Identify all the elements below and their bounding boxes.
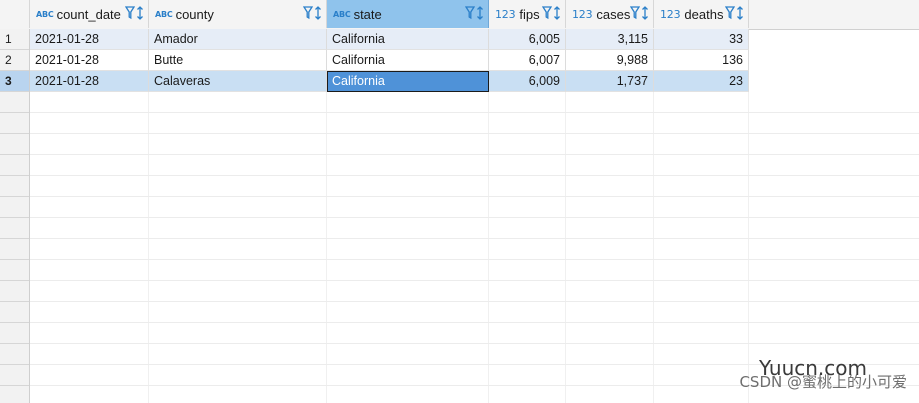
cell-deaths[interactable]: 23	[654, 71, 749, 92]
row-divider	[30, 343, 919, 344]
cell-deaths[interactable]: 136	[654, 50, 749, 71]
column-label: state	[353, 6, 382, 22]
row-number-empty[interactable]	[0, 239, 29, 260]
cell-cases[interactable]: 3,115	[566, 29, 654, 50]
filter-icon[interactable]	[630, 6, 640, 20]
row-number-current[interactable]: 3	[0, 71, 29, 92]
cell-fips[interactable]: 6,009	[489, 71, 566, 92]
filter-icon[interactable]	[725, 6, 735, 20]
row-divider	[30, 196, 919, 197]
sort-icon[interactable]	[641, 6, 649, 20]
column-header-count-date[interactable]: ABC count_date	[30, 0, 149, 28]
cell-deaths[interactable]: 33	[654, 29, 749, 50]
number-type-icon: 123	[572, 7, 593, 21]
row-divider	[30, 112, 919, 113]
column-header-deaths[interactable]: 123 deaths	[654, 0, 749, 28]
watermark: Yuucn.com CSDN @蜜桃上的小可爱	[739, 356, 907, 392]
row-number-empty[interactable]	[0, 155, 29, 176]
row-number-empty[interactable]	[0, 176, 29, 197]
sort-icon[interactable]	[314, 6, 322, 20]
row-number-empty[interactable]	[0, 260, 29, 281]
column-label: county	[175, 6, 214, 22]
result-grid: ABC count_date ABC county ABC state 123 …	[0, 0, 919, 403]
row-divider	[30, 301, 919, 302]
row-number-empty[interactable]	[0, 197, 29, 218]
sort-icon[interactable]	[553, 6, 561, 20]
row-divider	[30, 322, 919, 323]
row-number-empty[interactable]	[0, 344, 29, 365]
column-label: count_date	[56, 6, 121, 22]
cell-count-date[interactable]: 2021-01-28	[30, 71, 149, 92]
row-divider	[30, 217, 919, 218]
sort-icon[interactable]	[736, 6, 744, 20]
cell-county[interactable]: Butte	[149, 50, 327, 71]
row-number-empty[interactable]	[0, 218, 29, 239]
number-type-icon: 123	[495, 7, 516, 21]
row-number-empty[interactable]	[0, 113, 29, 134]
text-type-icon: ABC	[333, 9, 351, 19]
row-number-empty[interactable]	[0, 92, 29, 113]
row-number-empty[interactable]	[0, 281, 29, 302]
column-header-county[interactable]: ABC county	[149, 0, 327, 28]
row-divider	[30, 259, 919, 260]
grid-body: 2021-01-28 Amador California 6,005 3,115…	[30, 29, 919, 403]
row-divider	[30, 175, 919, 176]
watermark-site: Yuucn.com	[758, 356, 867, 380]
column-header-row: ABC count_date ABC county ABC state 123 …	[0, 0, 919, 30]
text-type-icon: ABC	[155, 9, 173, 19]
text-type-icon: ABC	[36, 9, 54, 19]
cell-state[interactable]: California	[327, 50, 489, 71]
column-header-cases[interactable]: 123 cases	[566, 0, 654, 28]
row-number[interactable]: 1	[0, 29, 29, 50]
filter-icon[interactable]	[542, 6, 552, 20]
row-number-empty[interactable]	[0, 302, 29, 323]
row-divider	[30, 154, 919, 155]
column-label: fips	[519, 6, 540, 22]
filter-icon[interactable]	[303, 6, 313, 20]
column-label: cases	[596, 6, 631, 22]
column-header-fips[interactable]: 123 fips	[489, 0, 566, 28]
cell-county[interactable]: Amador	[149, 29, 327, 50]
sort-icon[interactable]	[136, 6, 144, 20]
cell-state[interactable]: California	[327, 29, 489, 50]
cell-count-date[interactable]: 2021-01-28	[30, 29, 149, 50]
filter-icon[interactable]	[125, 6, 135, 20]
row-number-empty[interactable]	[0, 134, 29, 155]
cell-fips[interactable]: 6,007	[489, 50, 566, 71]
row-number-empty[interactable]	[0, 365, 29, 386]
filter-icon[interactable]	[465, 6, 475, 20]
row-number[interactable]: 2	[0, 50, 29, 71]
number-type-icon: 123	[660, 7, 681, 21]
cell-cases[interactable]: 9,988	[566, 50, 654, 71]
cell-fips[interactable]: 6,005	[489, 29, 566, 50]
cell-cases[interactable]: 1,737	[566, 71, 654, 92]
cell-count-date[interactable]: 2021-01-28	[30, 50, 149, 71]
row-number-column: 1 2 3	[0, 29, 30, 403]
column-label: deaths	[684, 6, 724, 22]
row-divider	[30, 133, 919, 134]
table-row-selected: 2021-01-28 Calaveras California 6,009 1,…	[30, 71, 749, 92]
table-row: 2021-01-28 Butte California 6,007 9,988 …	[30, 50, 749, 71]
row-number-empty[interactable]	[0, 323, 29, 344]
row-divider	[30, 238, 919, 239]
corner-cell[interactable]	[0, 0, 30, 28]
row-divider	[30, 280, 919, 281]
cell-county[interactable]: Calaveras	[149, 71, 327, 92]
column-header-state[interactable]: ABC state	[327, 0, 489, 28]
cell-state-focused[interactable]: California	[327, 71, 489, 92]
sort-icon[interactable]	[476, 6, 484, 20]
table-row: 2021-01-28 Amador California 6,005 3,115…	[30, 29, 749, 50]
